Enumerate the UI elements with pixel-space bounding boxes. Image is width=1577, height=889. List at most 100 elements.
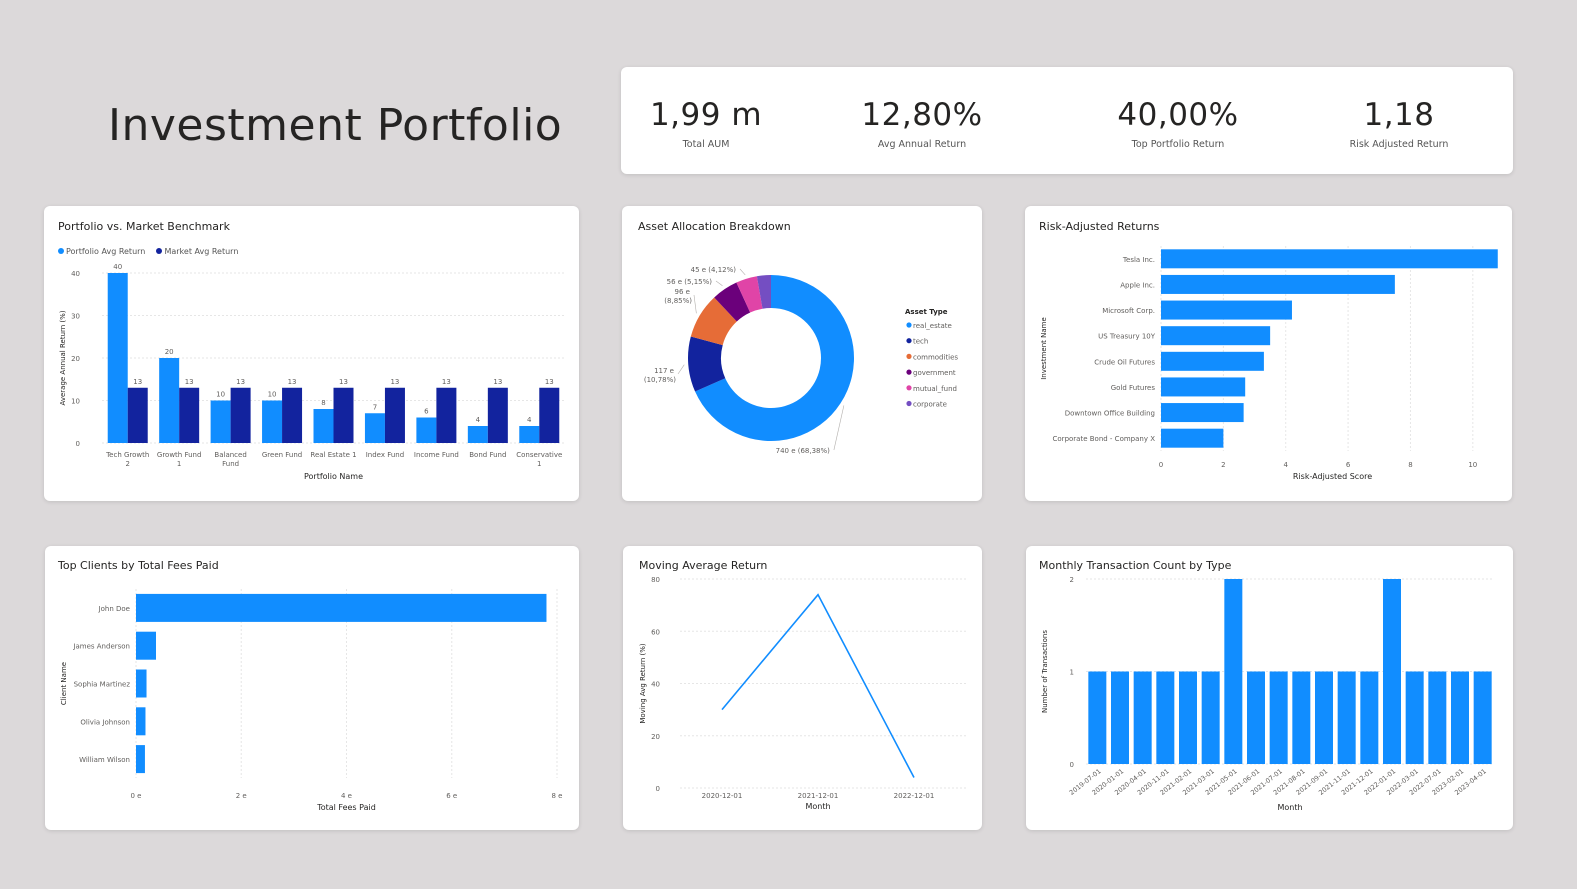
- bar[interactable]: [1161, 300, 1292, 320]
- bar[interactable]: [1161, 428, 1224, 448]
- bar[interactable]: [467, 426, 488, 443]
- bar[interactable]: [1111, 671, 1129, 765]
- kpi-risk-adjusted-return[interactable]: 1,18 Risk Adjusted Return: [1299, 97, 1499, 150]
- bar[interactable]: [1292, 671, 1311, 765]
- y-tick-label: William Wilson: [79, 756, 130, 764]
- y-tick-label: Apple Inc.: [1120, 281, 1155, 289]
- data-label: 117 e: [654, 367, 674, 375]
- y-tick-label: John Doe: [98, 605, 130, 613]
- bar[interactable]: [1405, 671, 1424, 765]
- legend-label: government: [913, 369, 956, 377]
- bar[interactable]: [539, 387, 560, 443]
- bar[interactable]: [1224, 579, 1243, 764]
- bar[interactable]: [159, 358, 180, 443]
- bar[interactable]: [136, 593, 547, 622]
- moving-average-chart[interactable]: 0204060802020-12-01 2021-12-01 2022-12-01M…: [623, 546, 982, 830]
- bar[interactable]: [230, 387, 251, 443]
- bar[interactable]: [1161, 377, 1246, 397]
- leader-line[interactable]: [739, 268, 746, 276]
- x-tick-label: Green Fund: [262, 451, 302, 459]
- bar[interactable]: [1161, 403, 1244, 423]
- bar[interactable]: [107, 273, 128, 443]
- x-axis-title: Portfolio Name: [304, 472, 363, 481]
- legend-label: real_estate: [913, 322, 952, 330]
- x-tick-label: 4 e: [341, 792, 352, 800]
- y-tick-label: 80: [651, 576, 660, 584]
- x-axis-title: Month: [1277, 803, 1302, 812]
- x-axis-title: Total Fees Paid: [316, 803, 376, 812]
- kpi-value: 12,80%: [861, 97, 983, 133]
- bar[interactable]: [1088, 671, 1107, 765]
- asset-allocation-chart[interactable]: 740 e (68,38%) 117 e(10,78%) 96 e(8,85%) 56…: [622, 206, 982, 501]
- bar[interactable]: [1161, 249, 1498, 269]
- bar[interactable]: [364, 413, 385, 443]
- bar[interactable]: [1269, 671, 1288, 765]
- x-tick-label: 6 e: [446, 792, 457, 800]
- kpi-avg-annual-return[interactable]: 12,80% Avg Annual Return: [822, 97, 1022, 150]
- data-label: 6: [424, 408, 429, 416]
- bar[interactable]: [1156, 671, 1175, 765]
- bar[interactable]: [127, 387, 148, 443]
- y-tick-label: 2: [1070, 576, 1074, 584]
- bar[interactable]: [1383, 579, 1401, 764]
- y-tick-label: James Anderson: [72, 643, 130, 651]
- leader-line[interactable]: [693, 294, 697, 314]
- risk-adjusted-chart[interactable]: 0 2 4 6 8 10 Tesla Inc. Apple Inc. Microsoft Cor…: [1025, 206, 1512, 501]
- portfolio-benchmark-chart[interactable]: 0 10 20 30 40 40 13 Tech Growth2 20 13 Growth Fund…: [44, 206, 579, 501]
- bar[interactable]: [1179, 671, 1197, 765]
- bar[interactable]: [384, 387, 405, 443]
- bar[interactable]: [1201, 671, 1220, 765]
- y-tick-label: Sophia Martinez: [74, 681, 131, 689]
- x-tick-label: 0 e: [131, 792, 142, 800]
- data-label: 56 e (5,15%): [667, 278, 713, 286]
- kpi-total-aum[interactable]: 1,99 m Total AUM: [606, 97, 806, 150]
- bar[interactable]: [1337, 671, 1356, 765]
- leader-line[interactable]: [677, 364, 685, 375]
- bar[interactable]: [262, 400, 283, 444]
- bar[interactable]: [1247, 671, 1265, 765]
- bar[interactable]: [436, 387, 457, 443]
- bar[interactable]: [313, 409, 334, 443]
- line-series[interactable]: [721, 593, 915, 778]
- monthly-transactions-chart[interactable]: 0122019-07-012020-01-012020-04-012020-11…: [1026, 546, 1513, 830]
- leader-line[interactable]: [833, 405, 845, 451]
- portfolio-benchmark-card[interactable]: Portfolio vs. Market Benchmark Portfolio…: [44, 206, 579, 501]
- kpi-value: 1,18: [1363, 97, 1435, 133]
- bar[interactable]: [1451, 671, 1469, 765]
- bar[interactable]: [1315, 671, 1333, 765]
- top-clients-card[interactable]: Top Clients by Total Fees Paid 0 e2 e4 e…: [45, 546, 579, 830]
- bar[interactable]: [416, 417, 437, 444]
- kpi-value: 40,00%: [1117, 97, 1239, 133]
- bar[interactable]: [1428, 671, 1447, 765]
- bar[interactable]: [1161, 326, 1271, 346]
- risk-adjusted-card[interactable]: Risk-Adjusted Returns 0 2 4 6 8 10 Tesla Inc. A…: [1025, 206, 1512, 501]
- x-tick-label: 2: [125, 460, 129, 468]
- top-clients-chart[interactable]: 0 e 2 e 4 e 6 e 8 e John Doe James Anderson Sop…: [45, 546, 579, 830]
- kpi-top-portfolio-return[interactable]: 40,00% Top Portfolio Return: [1078, 97, 1278, 150]
- bar[interactable]: [519, 426, 540, 443]
- asset-allocation-card[interactable]: Asset Allocation Breakdown 740 e (68,38%…: [622, 206, 982, 501]
- bar[interactable]: [1161, 351, 1264, 371]
- x-tick-label: Tech Growth: [105, 451, 149, 459]
- moving-average-card[interactable]: Moving Average Return 0 20 40 60 80 2020-12-0…: [623, 546, 982, 830]
- bar[interactable]: [136, 707, 146, 736]
- bar[interactable]: [179, 387, 200, 443]
- bar[interactable]: [1133, 671, 1152, 765]
- y-axis-title: Moving Avg Return (%): [639, 643, 647, 724]
- legend-dot: [906, 385, 912, 391]
- bar[interactable]: [136, 669, 147, 698]
- bar[interactable]: [1473, 671, 1492, 765]
- y-tick-label: Crude Oil Futures: [1094, 358, 1155, 366]
- bar[interactable]: [136, 745, 145, 774]
- y-axis-title: Investment Name: [1040, 317, 1048, 380]
- x-tick-label: 2022-12-01: [894, 792, 935, 800]
- bar[interactable]: [210, 400, 231, 444]
- bar[interactable]: [282, 387, 303, 443]
- leader-line[interactable]: [715, 280, 723, 287]
- bar[interactable]: [136, 631, 156, 660]
- bar[interactable]: [1161, 274, 1395, 294]
- monthly-transactions-card[interactable]: Monthly Transaction Count by Type 0 1 2 201…: [1026, 546, 1513, 830]
- bar[interactable]: [1360, 671, 1379, 765]
- bar[interactable]: [487, 387, 508, 443]
- bar[interactable]: [333, 387, 354, 443]
